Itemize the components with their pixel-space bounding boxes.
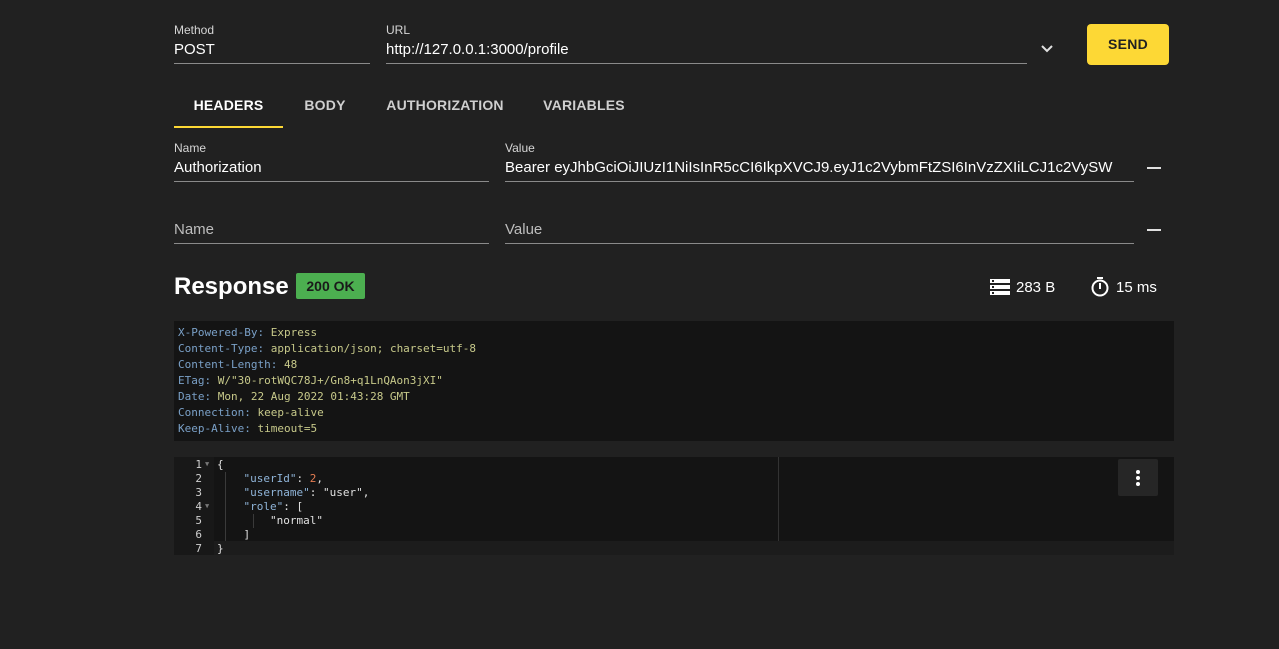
send-button[interactable]: SEND bbox=[1087, 24, 1169, 65]
response-header-line: ETag: W/"30-rotWQC78J+/Gn8+q1LnQAon3jXI" bbox=[178, 374, 443, 387]
response-header-line: Content-Length: 48 bbox=[178, 358, 298, 371]
response-title: Response bbox=[174, 273, 289, 300]
url-label: URL bbox=[386, 23, 411, 37]
method-value: POST bbox=[174, 41, 215, 58]
header-value-field[interactable]: Bearer eyJhbGciOiJIUzI1NiIsInR5cCI6IkpXV… bbox=[505, 158, 1134, 182]
header-name-value: Authorization bbox=[174, 159, 262, 176]
active-tab-indicator bbox=[174, 126, 283, 128]
header-value-value: Bearer eyJhbGciOiJIUzI1NiIsInR5cCI6IkpXV… bbox=[505, 159, 1113, 176]
response-header-line: Keep-Alive: timeout=5 bbox=[178, 422, 318, 435]
response-header-line: X-Powered-By: Express bbox=[178, 326, 318, 339]
remove-new-header-icon[interactable] bbox=[1147, 229, 1161, 231]
fold-arrow-icon[interactable]: ▼ bbox=[205, 460, 209, 468]
method-label: Method bbox=[174, 23, 215, 37]
response-time-value: 15 ms bbox=[1116, 278, 1157, 296]
code-line: { bbox=[217, 458, 224, 471]
new-header-value-placeholder: Value bbox=[505, 221, 543, 238]
response-header-line: Date: Mon, 22 Aug 2022 01:43:28 GMT bbox=[178, 390, 410, 403]
line-number: 5 bbox=[195, 514, 202, 527]
method-field[interactable]: POST bbox=[174, 40, 370, 64]
line-number: 4 bbox=[195, 500, 202, 513]
line-number: 2 bbox=[195, 472, 202, 485]
stopwatch-icon bbox=[1091, 277, 1109, 297]
active-line-highlight bbox=[214, 541, 1174, 555]
code-line: "username": "user", bbox=[243, 486, 370, 499]
response-headers-panel: X-Powered-By: Express Content-Type: appl… bbox=[174, 321, 1174, 441]
new-header-name-field[interactable]: Name bbox=[174, 220, 489, 244]
url-field[interactable]: http://127.0.0.1:3000/profile bbox=[386, 40, 1027, 64]
chevron-down-icon[interactable] bbox=[1040, 43, 1054, 55]
remove-header-icon[interactable] bbox=[1147, 167, 1161, 169]
response-size: 283 B bbox=[990, 278, 1055, 296]
header-name-label: Name bbox=[174, 141, 207, 155]
response-size-value: 283 B bbox=[1016, 278, 1056, 296]
line-number: 1 bbox=[195, 458, 202, 471]
code-line: "role": [ bbox=[243, 500, 304, 513]
editor-menu-button[interactable] bbox=[1118, 459, 1158, 496]
header-value-label: Value bbox=[505, 141, 535, 155]
code-line: "userId": 2, bbox=[243, 472, 323, 485]
list-icon bbox=[990, 279, 1010, 295]
response-body-editor[interactable]: 1 ▼{2 "userId": 2, 3 "username": "user", 4 ▼… bbox=[174, 457, 1174, 555]
response-header-line: Content-Type: application/json; charset=… bbox=[178, 342, 477, 355]
tab-body[interactable]: BODY bbox=[295, 97, 355, 113]
response-time: 15 ms bbox=[1090, 277, 1157, 297]
status-badge: 200 OK bbox=[296, 273, 365, 299]
line-number: 6 bbox=[195, 528, 202, 541]
tab-authorization[interactable]: AUTHORIZATION bbox=[380, 97, 510, 113]
line-number: 7 bbox=[195, 542, 202, 555]
fold-arrow-icon[interactable]: ▼ bbox=[205, 502, 209, 510]
url-value: http://127.0.0.1:3000/profile bbox=[386, 41, 569, 58]
code-line: "normal" bbox=[217, 514, 323, 527]
line-number: 3 bbox=[195, 486, 202, 499]
tab-headers[interactable]: HEADERS bbox=[174, 97, 283, 113]
new-header-name-placeholder: Name bbox=[174, 221, 215, 238]
new-header-value-field[interactable]: Value bbox=[505, 220, 1134, 244]
response-header-line: Connection: keep-alive bbox=[178, 406, 324, 419]
code-line: ] bbox=[217, 528, 251, 541]
tab-variables[interactable]: VARIABLES bbox=[535, 97, 633, 113]
code-line: } bbox=[217, 542, 224, 555]
header-name-field[interactable]: Authorization bbox=[174, 158, 489, 182]
